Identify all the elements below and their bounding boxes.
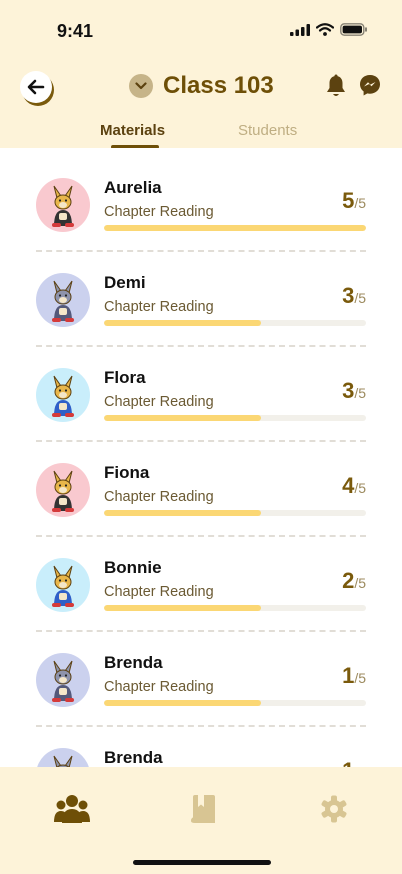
score: 3/5	[342, 285, 366, 307]
material-title: Chapter Reading	[104, 204, 214, 220]
score-value: 1	[342, 663, 355, 688]
material-title: Chapter Reading	[104, 489, 214, 505]
progress-fill	[104, 605, 262, 611]
nav-students-button[interactable]	[53, 793, 91, 825]
score-value: 1	[342, 758, 354, 768]
tab-materials[interactable]: Materials	[100, 122, 165, 139]
progress-bar	[104, 700, 366, 706]
student-name: Bonnie	[104, 558, 162, 577]
material-title: Chapter Reading	[104, 299, 214, 315]
score: 1/5	[342, 758, 366, 768]
avatar	[36, 558, 90, 612]
progress-fill	[104, 225, 366, 231]
signal-icon	[290, 23, 310, 36]
score: 2/5	[342, 570, 366, 592]
kangaroo-avatar-icon	[52, 565, 74, 607]
list-item[interactable]: Fiona Chapter Reading 4/5	[0, 433, 402, 528]
material-title: Chapter Reading	[104, 584, 214, 600]
score-value: 2	[342, 568, 355, 593]
score: 5/5	[342, 190, 366, 212]
progress-fill	[104, 415, 262, 421]
score-total: /5	[354, 575, 366, 591]
header: Class 103	[0, 64, 402, 108]
avatar	[36, 748, 90, 767]
top-area: 9:41 Class 103 Materials Students	[0, 0, 402, 149]
tab-bar: Materials Students	[0, 112, 402, 149]
settings-gear-icon	[321, 795, 347, 823]
score: 1/5	[342, 665, 366, 687]
status-bar: 9:41	[0, 0, 402, 60]
progress-bar	[104, 225, 366, 231]
progress-bar	[104, 320, 366, 326]
list-item[interactable]: Bonnie Chapter Reading 2/5	[0, 528, 402, 623]
score-value: 3	[342, 283, 355, 308]
tab-students[interactable]: Students	[238, 122, 297, 139]
score-total: /5	[354, 480, 366, 496]
progress-fill	[104, 320, 262, 326]
group-icon	[54, 795, 90, 823]
home-indicator	[133, 860, 271, 865]
battery-icon	[340, 23, 367, 36]
progress-fill	[104, 700, 262, 706]
kangaroo-avatar-icon	[52, 470, 74, 512]
student-name: Flora	[104, 368, 146, 387]
nav-materials-button[interactable]	[186, 793, 220, 825]
progress-bar	[104, 605, 366, 611]
kangaroo-avatar-icon	[53, 755, 73, 767]
avatar	[36, 463, 90, 517]
kangaroo-avatar-icon	[52, 375, 74, 417]
score-total: /5	[354, 290, 366, 306]
student-name: Brenda	[104, 748, 163, 767]
student-name: Demi	[104, 273, 146, 292]
avatar	[36, 273, 90, 327]
progress-bar	[104, 415, 366, 421]
status-icons	[290, 23, 368, 36]
list-item[interactable]: BrendaChapter Reading1/5	[0, 718, 402, 767]
material-title: Chapter Reading	[104, 679, 214, 695]
page-title: Class 103	[163, 72, 274, 99]
score: 4/5	[342, 475, 366, 497]
material-title: Chapter Reading	[104, 394, 214, 410]
kangaroo-avatar-icon	[52, 185, 74, 227]
bell-icon[interactable]	[325, 74, 347, 98]
book-icon	[191, 795, 215, 823]
score-total: /5	[354, 195, 366, 211]
score: 3/5	[342, 380, 366, 402]
status-time: 9:41	[57, 21, 94, 41]
chevron-down-icon	[129, 74, 153, 98]
list-item[interactable]: Aurelia Chapter Reading 5/5	[0, 148, 402, 243]
list-item[interactable]: Flora Chapter Reading 3/5	[0, 338, 402, 433]
avatar	[36, 368, 90, 422]
wifi-icon	[316, 23, 334, 36]
nav-settings-button[interactable]	[316, 793, 352, 825]
bottom-navigation	[0, 767, 402, 874]
score-value: 4	[342, 473, 355, 498]
score-total: /5	[354, 385, 366, 401]
material-progress-list: Aurelia Chapter Reading 5/5 Demi Chapter Rea…	[0, 148, 402, 767]
list-item[interactable]: Brenda Chapter Reading 1/5	[0, 623, 402, 718]
class-selector[interactable]: Class 103	[129, 72, 274, 100]
list-item[interactable]: Demi Chapter Reading 3/5	[0, 243, 402, 338]
back-button[interactable]	[20, 71, 52, 103]
score-value: 5	[342, 188, 355, 213]
score-value: 3	[342, 378, 355, 403]
student-name: Aurelia	[104, 178, 162, 197]
kangaroo-avatar-icon	[52, 280, 74, 322]
progress-fill	[104, 510, 262, 516]
arrow-left-icon	[27, 79, 45, 95]
avatar	[36, 178, 90, 232]
kangaroo-avatar-icon	[52, 660, 74, 702]
avatar	[36, 653, 90, 707]
score-total: /5	[354, 670, 366, 686]
student-name: Brenda	[104, 653, 163, 672]
student-name: Fiona	[104, 463, 150, 482]
messenger-icon[interactable]	[359, 74, 381, 97]
progress-bar	[104, 510, 366, 516]
